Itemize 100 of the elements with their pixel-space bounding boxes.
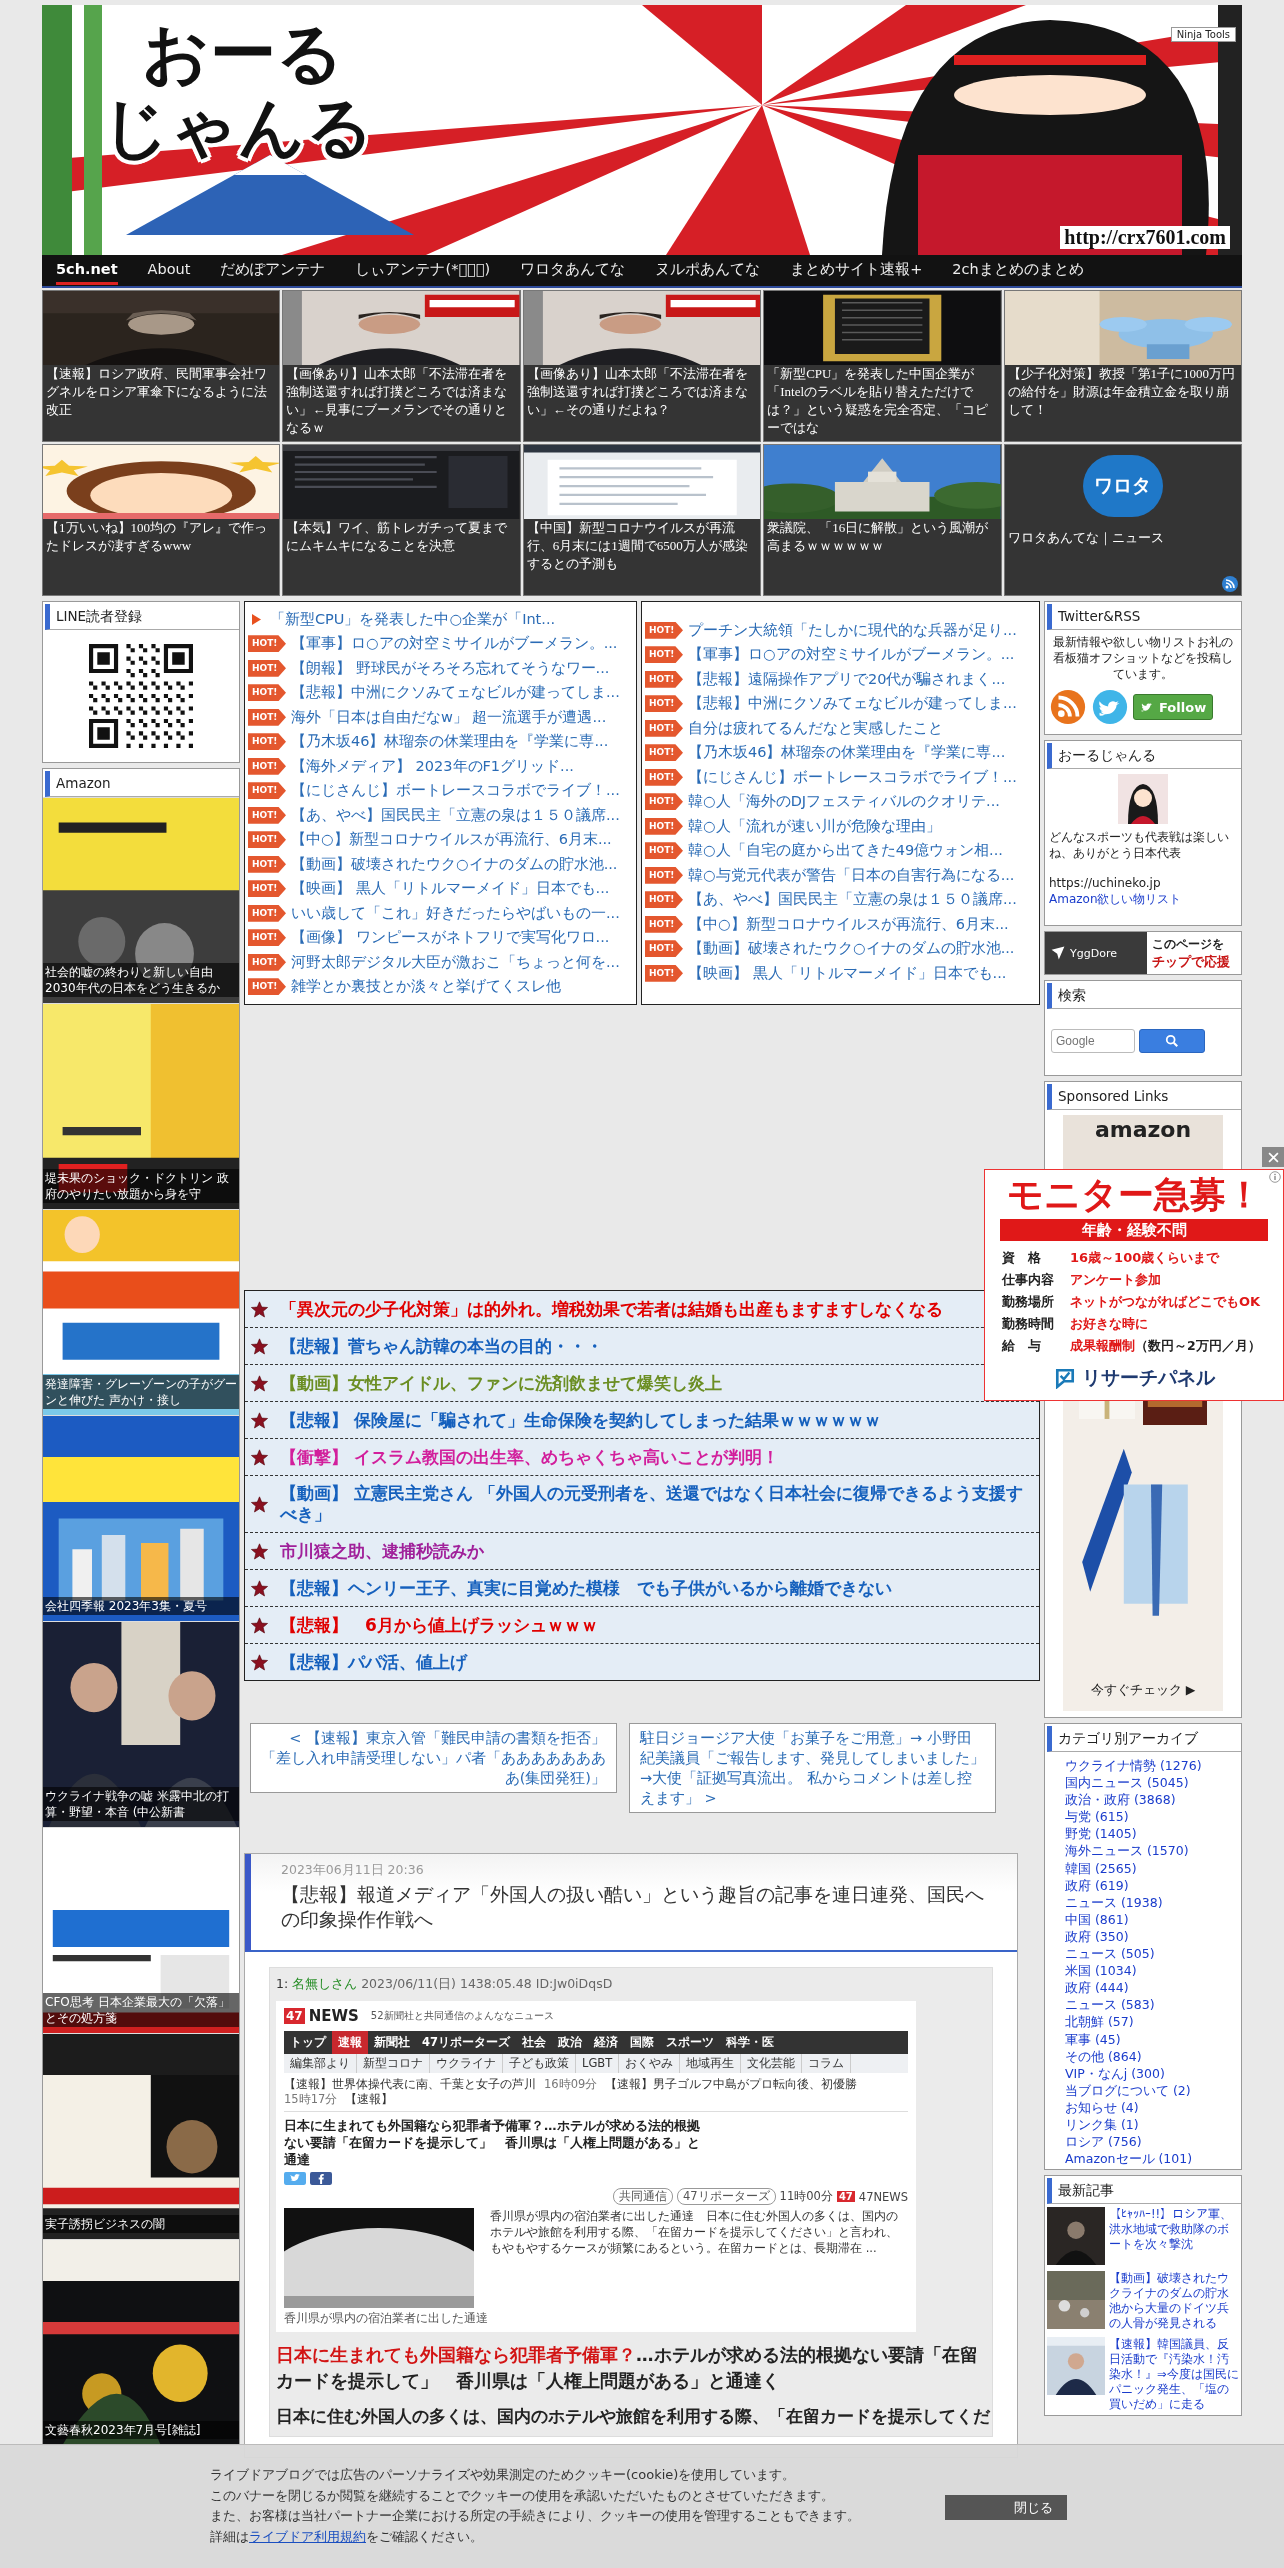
thumbnail-card[interactable]: 【少子化対策】教授「第1子に1000万円の給付を」財源は年金積立金を取り崩して！ bbox=[1003, 290, 1242, 442]
headline-link[interactable]: いい歳して「これ」好きだったらやばいもの一... bbox=[291, 903, 620, 923]
category-link[interactable]: 与党 (615) bbox=[1065, 1808, 1241, 1826]
headline-link[interactable]: 【悲報】菅ちゃん訪韓の本当の目的・・・ bbox=[280, 1335, 603, 1357]
category-link[interactable]: 米国 (1034) bbox=[1065, 1962, 1241, 1980]
thumbnail-card[interactable]: 【画像あり】山本太郎「不法滞在者を強制送還すれば打撲どころでは済まない」←見事にブーメランでその通りとなるｗ bbox=[282, 290, 521, 442]
category-link[interactable]: 韓国 (2565) bbox=[1065, 1859, 1241, 1877]
category-link[interactable]: 海外ニュース (1570) bbox=[1065, 1842, 1241, 1860]
category-link[interactable]: 政府 (619) bbox=[1065, 1876, 1241, 1894]
category-link[interactable]: 軍事 (45) bbox=[1065, 2030, 1241, 2048]
headline-link[interactable]: 【中○】新型コロナウイルスが再流行、6月末... bbox=[291, 830, 612, 850]
headline-link[interactable]: 【映画】 黒人「リトルマーメイド」日本でも... bbox=[688, 963, 1007, 983]
recent-post-link[interactable]: 【速報】韓国議員、反日活動で『汚染水！汚染水！』⇒今度は国民にパニック発生、「塩の買いだめ」に走る bbox=[1109, 2337, 1239, 2413]
category-link[interactable]: 北朝鮮 (57) bbox=[1065, 2013, 1241, 2031]
category-link[interactable]: ロシア (756) bbox=[1065, 2133, 1241, 2151]
rss-icon[interactable] bbox=[1222, 576, 1238, 592]
headline-link[interactable]: 雑学とか裏技とか淡々と挙げてくスレ他 bbox=[291, 977, 561, 997]
category-link[interactable]: VIP・なんj (300) bbox=[1065, 2064, 1241, 2082]
category-link[interactable]: Amazonセール (101) bbox=[1065, 2150, 1241, 2168]
headline-link[interactable]: 韓○人「自宅の庭から出てきた49億ウォン相... bbox=[688, 841, 1003, 861]
nav-link[interactable]: だめぽアンテナ bbox=[220, 254, 326, 287]
terms-link[interactable]: ライブドア利用規約 bbox=[249, 2528, 366, 2544]
headline-link[interactable]: 【動画】破壊されたウク○イナのダムの貯水池... bbox=[688, 939, 1015, 959]
book-caption[interactable]: 発達障害・グレーゾーンの子がグーンと伸びた 声かけ・接し bbox=[43, 1375, 239, 1409]
qr-code-icon[interactable] bbox=[89, 644, 193, 748]
headline-link[interactable]: 【朗報】 野球民がそろそろ忘れてそうなワー... bbox=[291, 658, 610, 678]
headline-link[interactable]: 韓○与党元代表が警告「日本の自害行為になる... bbox=[688, 865, 1015, 885]
headline-link[interactable]: 【悲報】 保険屋に「騙されて」生命保険を契約してしまった結果ｗｗｗｗｗｗ bbox=[280, 1409, 881, 1431]
thumbnail-card[interactable]: 【画像あり】山本太郎「不法滞在者を強制送還すれば打撲どころでは済まない」←その通りだよね？ bbox=[522, 290, 762, 442]
category-link[interactable]: 中国 (861) bbox=[1065, 1910, 1241, 1928]
headline-link[interactable]: 【にじさんじ】ボートレースコラボでライブ！... bbox=[291, 781, 620, 801]
news-screenshot[interactable] bbox=[276, 2001, 916, 2332]
previous-post-link[interactable]: < 【速報】東京入管「難民申請の書類を拒否」「差し入れ申請受理しない」パ者「ああああああああ(集団発狂)」 bbox=[250, 1723, 617, 1793]
tip-banner[interactable]: YggDore このページを チップで応援 bbox=[1044, 931, 1242, 975]
next-post-link[interactable]: 駐日ジョージア大使「お菓子をご用意」→ 小野田紀美議員「ご報告します、発見してしまいました」→大使「証拠写真流出。 私からコメントは差し控えます」 > bbox=[629, 1723, 996, 1813]
thumbnail-caption[interactable]: 【画像あり】山本太郎「不法滞在者を強制送還すれば打撲どころでは済まない」←その通りだよね？ bbox=[523, 365, 761, 419]
headline-link[interactable]: 【あ、やべ】国民民主「立憲の泉は１５０議席... bbox=[291, 805, 620, 825]
close-button[interactable] bbox=[1262, 1147, 1284, 1167]
thumbnail-card[interactable]: 「新型CPU」を発表した中国企業が「Intelのラベルを貼り替えただけでは？」という疑惑を完全否定、「コピーではな bbox=[763, 290, 1002, 442]
thumbnail-caption[interactable]: 【少子化対策】教授「第1子に1000万円の給付を」財源は年金積立金を取り崩して！ bbox=[1004, 365, 1241, 419]
nav-link[interactable]: About bbox=[147, 256, 191, 285]
recent-post-link[interactable]: 【ﾋｬｯﾊｰ!!】ロシア軍、洪水地域で救助隊のボートを次々撃沈 bbox=[1109, 2207, 1239, 2253]
headline-link[interactable]: 【海外メディア】 2023年のF1グリッド... bbox=[291, 756, 574, 776]
headline-link[interactable]: 【悲報】遠隔操作アプリで20代が騙されまく... bbox=[688, 669, 1006, 689]
thumbnail-caption[interactable]: 【速報】ロシア政府、民間軍事会社ワグネルをロシア軍傘下になるように法改正 bbox=[43, 365, 280, 419]
thumbnail-card[interactable]: 衆議院、「16日に解散」という風潮が高まるｗｗｗｗｗｗ bbox=[763, 444, 1002, 596]
recent-post-link[interactable]: 【動画】破壊されたウクライナのダムの貯水池から大量のドイツ兵の人骨が発見される bbox=[1109, 2271, 1239, 2332]
site-title[interactable]: おーる bbox=[142, 17, 374, 91]
category-link[interactable]: ニュース (583) bbox=[1065, 1996, 1241, 2014]
ninja-tools-badge[interactable]: Ninja Tools bbox=[1170, 27, 1236, 42]
thumbnail-card[interactable]: 【速報】ロシア政府、民間軍事会社ワグネルをロシア軍傘下になるように法改正 bbox=[42, 290, 281, 442]
headline-link[interactable]: 【軍事】ロ○アの対空ミサイルがブーメラン。... bbox=[688, 645, 1015, 665]
nav-link[interactable]: ヌルポあんてな bbox=[655, 254, 761, 287]
headline-link[interactable]: 「異次元の少子化対策」は的外れ。増税効果で若者は結婚も出産もますますしなくなる bbox=[280, 1298, 943, 1320]
thumbnail-caption[interactable]: 「新型CPU」を発表した中国企業が「Intelのラベルを貼り替えただけでは？」という疑惑を完全否定、「コピーではな bbox=[764, 365, 1001, 437]
category-link[interactable]: その他 (864) bbox=[1065, 2047, 1241, 2065]
thumbnail-caption[interactable]: 【中国】新型コロナウイルスが再流行、6月末には1週間で6500万人が感染するとの予測も bbox=[523, 519, 761, 573]
category-link[interactable]: 政府 (350) bbox=[1065, 1927, 1241, 1946]
headline-link[interactable]: プーチン大統領「たしかに現代的な兵器が足り... bbox=[688, 620, 1017, 640]
category-link[interactable]: 政治・政府 (3868) bbox=[1065, 1791, 1241, 1809]
headline-link[interactable]: 【あ、やべ】国民民主「立憲の泉は１５０議席... bbox=[688, 890, 1017, 910]
book-caption[interactable]: 社会的嘘の終わりと新しい自由 2030年代の日本をどう生きるか bbox=[43, 963, 239, 997]
headline-link[interactable]: 海外「日本は自由だなw」 超一流選手が遭遇... bbox=[291, 707, 607, 727]
thumbnail-caption[interactable]: 【本気】ワイ、筋トレガチって夏までにムキムキになることを決意 bbox=[283, 519, 520, 555]
headline-link[interactable]: 【中○】新型コロナウイルスが再流行、6月末... bbox=[688, 914, 1009, 934]
search-field[interactable]: Google bbox=[1051, 1029, 1135, 1053]
category-link[interactable]: ウクライナ情勢 (1276) bbox=[1065, 1757, 1241, 1775]
search-button[interactable] bbox=[1139, 1029, 1205, 1053]
headline-link[interactable]: 【悲報】ヘンリー王子、真実に目覚めた模様 でも子供がいるから離婚できない bbox=[280, 1577, 892, 1599]
nav-link[interactable]: 5ch.net bbox=[56, 256, 118, 285]
headline-link[interactable]: 市川猿之助、逮捕秒読みか bbox=[280, 1540, 484, 1562]
category-link[interactable]: 野党 (1405) bbox=[1065, 1825, 1241, 1843]
book-caption[interactable]: 会社四季報 2023年3集・夏号 bbox=[43, 1597, 239, 1615]
headline-link[interactable]: 【衝撃】 イスラム教国の出生率、めちゃくちゃ高いことが判明！ bbox=[280, 1446, 779, 1468]
category-link[interactable]: リンク集 (1) bbox=[1065, 2115, 1241, 2134]
thumbnail-card[interactable]: 【1万いいね】100均の『アレ』で作ったドレスが凄すぎるwww bbox=[42, 444, 281, 596]
wishlist-link[interactable]: Amazon欲しい物リスト bbox=[1045, 891, 1241, 925]
headline-link[interactable]: 【軍事】ロ○アの対空ミサイルがブーメラン。... bbox=[291, 634, 618, 654]
book-caption[interactable]: 文藝春秋2023年7月号[雑誌] bbox=[43, 2421, 239, 2439]
thumbnail-caption[interactable]: 衆議院、「16日に解散」という風潮が高まるｗｗｗｗｗｗ bbox=[764, 519, 1001, 555]
headline-link[interactable]: 「新型CPU」を発表した中○企業が「Int... bbox=[270, 609, 556, 629]
book-caption[interactable]: CFO思考 日本企業最大の「欠落」とその処方箋 bbox=[43, 1993, 239, 2027]
nav-link[interactable]: しぃアンテナ(*ﾟーﾟ) bbox=[355, 254, 491, 287]
headline-link[interactable]: 韓○人「流れが速い川が危険な理由」 bbox=[688, 816, 941, 836]
close-button[interactable]: 閉じる bbox=[945, 2495, 1067, 2520]
headline-link[interactable]: 【動画】 立憲民主党さん 「外国人の元受刑者を、送還ではなく日本社会に復帰できるよう支援すべき」 bbox=[280, 1483, 1033, 1525]
book-caption[interactable]: ウクライナ戦争の嘘 米露中北の打算・野望・本音 (中公新書 bbox=[43, 1787, 239, 1821]
headline-link[interactable]: 河野太郎デジタル大臣が激おこ「ちょっと何を... bbox=[291, 952, 620, 972]
thumbnail-card[interactable]: ワロタ ワロタあんてな｜ニュース bbox=[1003, 444, 1242, 596]
thumbnail-card[interactable]: 【本気】ワイ、筋トレガチって夏までにムキムキになることを決意 bbox=[282, 444, 521, 596]
book-caption[interactable]: 堤未果のショック・ドクトリン 政府のやりたい放題から身を守 bbox=[43, 1169, 239, 1203]
book-caption[interactable]: 実子誘拐ビジネスの闇 bbox=[43, 2215, 239, 2233]
headline-link[interactable]: 【乃木坂46】林瑠奈の休業理由を『学業に専... bbox=[291, 732, 609, 752]
thumbnail-card[interactable]: 【中国】新型コロナウイルスが再流行、6月末には1週間で6500万人が感染するとの予測も bbox=[522, 444, 762, 596]
headline-link[interactable]: 【映画】 黒人「リトルマーメイド」日本でも... bbox=[291, 879, 610, 899]
headline-link[interactable]: 【悲報】パパ活、値上げ bbox=[280, 1651, 467, 1673]
headline-link[interactable]: 韓○人「海外のDJフェスティバルのクオリテ... bbox=[688, 792, 1000, 812]
category-link[interactable]: お知らせ (4) bbox=[1065, 2098, 1241, 2116]
category-link[interactable]: 政府 (444) bbox=[1065, 1979, 1241, 1997]
category-link[interactable]: ニュース (1938) bbox=[1065, 1893, 1241, 1911]
